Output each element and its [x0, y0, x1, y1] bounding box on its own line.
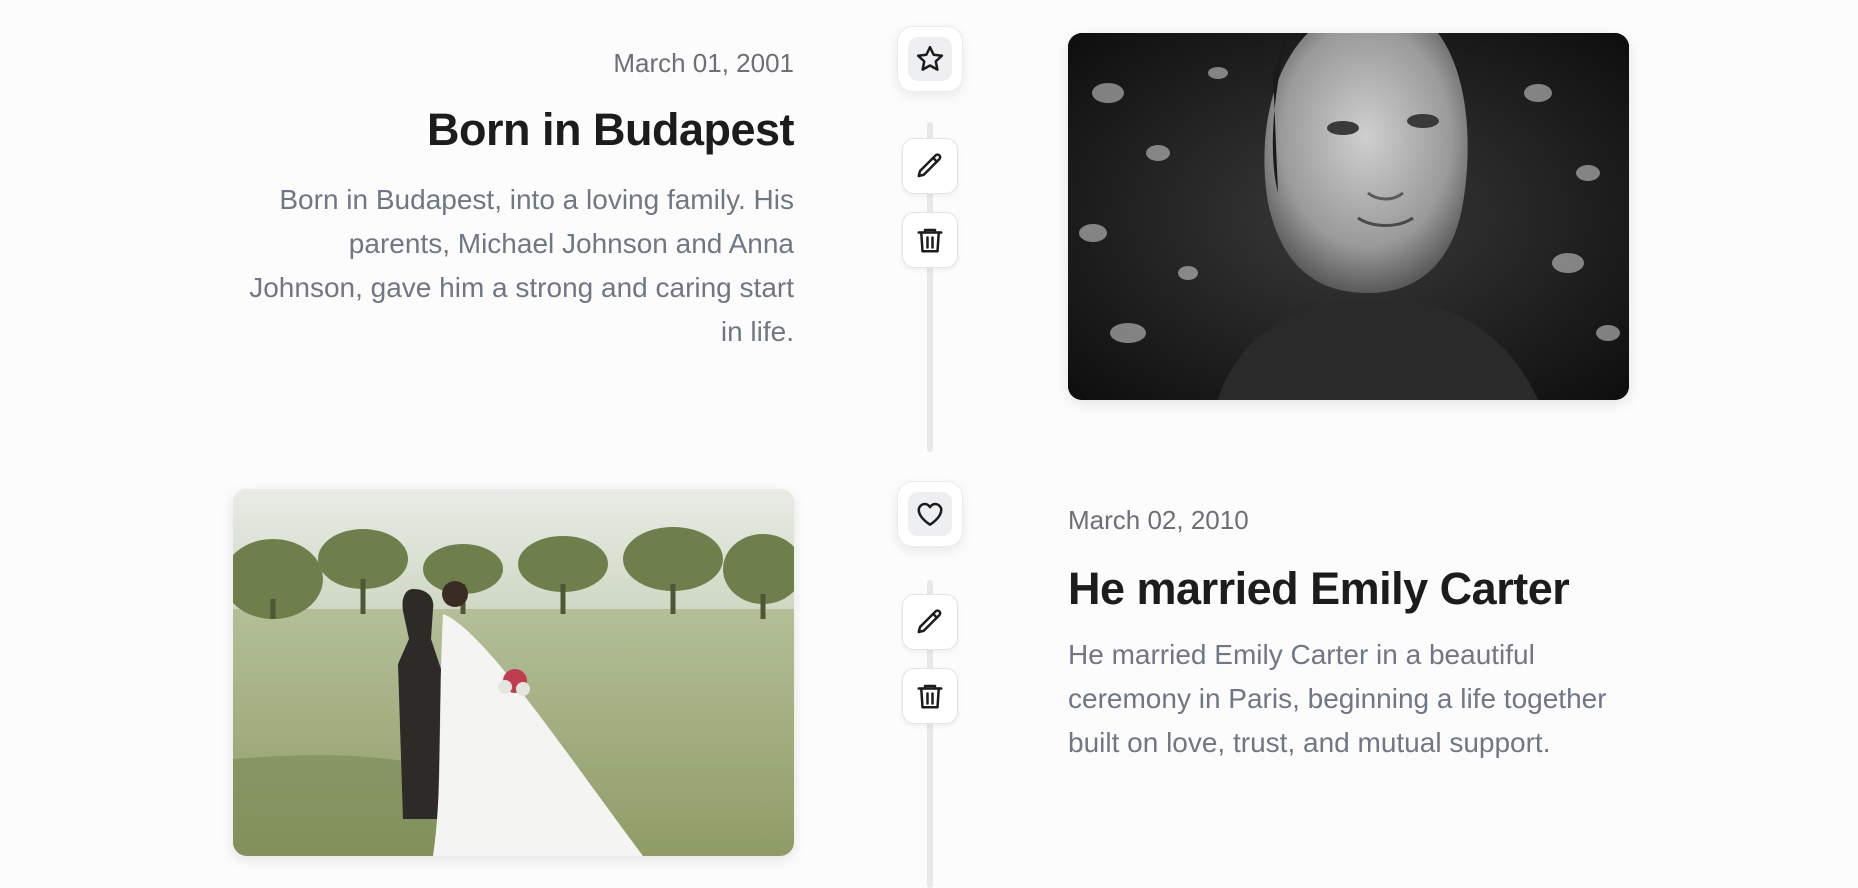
portrait-photo — [1068, 33, 1629, 400]
event-title: Born in Budapest — [426, 104, 795, 155]
event-marker-inner — [908, 492, 952, 536]
trash-icon — [917, 228, 943, 253]
wedding-photo — [233, 489, 794, 856]
event-marker[interactable] — [897, 481, 963, 547]
delete-event-button[interactable] — [902, 212, 958, 268]
pencil-icon — [917, 609, 942, 634]
event-description: He married Emily Carter in a beautiful c… — [1068, 639, 1607, 758]
event-date: March 01, 2001 — [613, 48, 794, 78]
edit-event-button[interactable] — [902, 138, 958, 194]
delete-event-button[interactable] — [902, 668, 958, 724]
event-date: March 02, 2010 — [1068, 505, 1249, 535]
event-marker-inner — [908, 37, 952, 81]
timeline-page: March 01, 2001 Born in Budapest Born in … — [0, 0, 1858, 888]
trash-icon — [917, 684, 943, 709]
edit-event-button[interactable] — [902, 594, 958, 650]
heart-icon — [917, 502, 943, 526]
event-title: He married Emily Carter — [1068, 563, 1570, 614]
pencil-icon — [917, 153, 942, 178]
event-description: Born in Budapest, into a loving family. … — [249, 184, 794, 347]
star-icon — [916, 45, 944, 71]
event-marker[interactable] — [897, 26, 963, 92]
